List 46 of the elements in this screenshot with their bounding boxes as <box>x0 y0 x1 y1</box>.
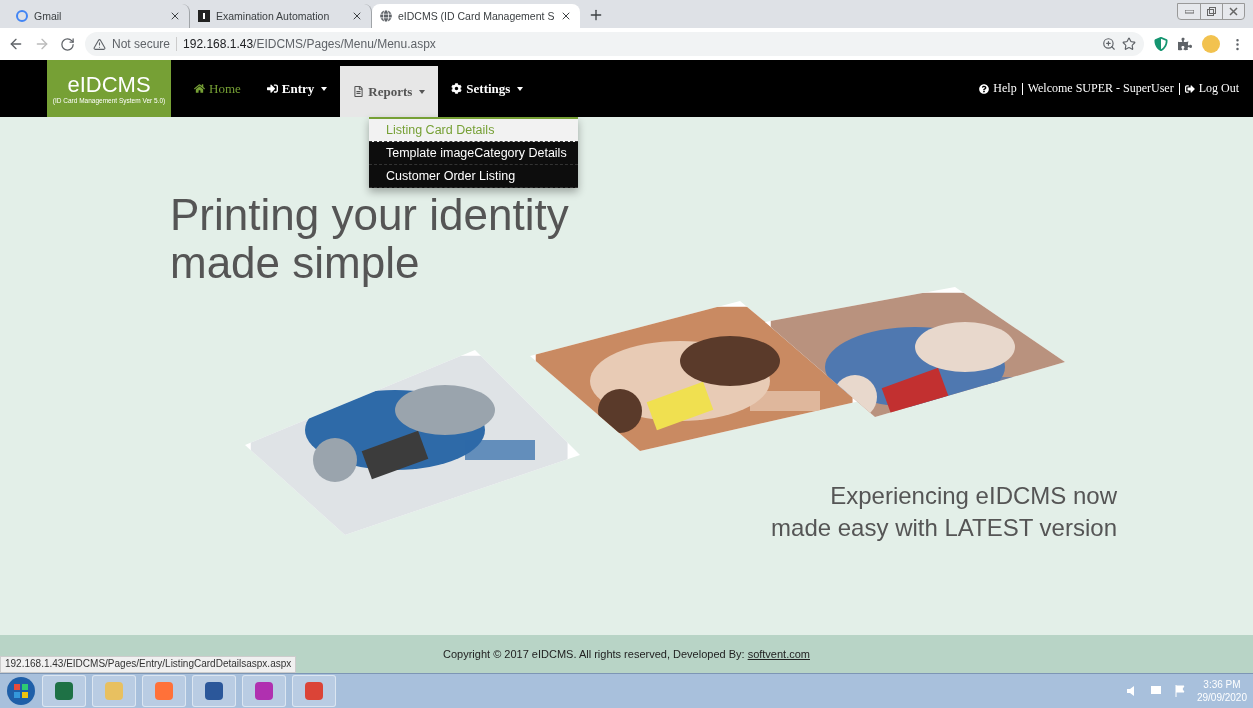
developer-link[interactable]: softvent.com <box>747 648 810 660</box>
home-icon <box>194 83 205 94</box>
start-button[interactable] <box>6 676 36 706</box>
shield-icon[interactable] <box>1154 37 1168 51</box>
taskbar-button[interactable] <box>192 675 236 707</box>
brand-name: eIDCMS <box>67 73 151 97</box>
dropdown-item[interactable]: Customer Order Listing <box>369 165 578 188</box>
close-icon[interactable] <box>351 10 363 22</box>
close-icon[interactable] <box>1229 7 1238 16</box>
close-icon[interactable] <box>169 10 181 22</box>
url-text: 192.168.1.43/EIDCMS/Pages/Menu/Menu.aspx <box>183 37 436 51</box>
caret-icon <box>321 86 328 91</box>
taskbar-button[interactable] <box>42 675 86 707</box>
copyright-text: Copyright © 2017 eIDCMS. All rights reserved, Developed By: <box>443 648 746 660</box>
restore-icon[interactable] <box>1207 7 1216 16</box>
menu-item[interactable]: Home <box>181 60 254 117</box>
hero-tagline: Experiencing eIDCMS now made easy with LATEST version <box>771 481 1117 543</box>
logout-icon <box>1184 83 1195 94</box>
security-label: Not secure <box>112 37 171 51</box>
address-bar[interactable]: Not secure 192.168.1.43/EIDCMS/Pages/Menu/Menu.aspx <box>85 32 1144 56</box>
taskbar-button[interactable] <box>292 675 336 707</box>
minimize-icon[interactable] <box>1184 9 1194 14</box>
star-icon[interactable] <box>1122 37 1136 51</box>
back-icon[interactable] <box>8 36 24 52</box>
globe-icon <box>380 10 392 22</box>
caret-icon <box>419 89 426 94</box>
app-icon <box>198 10 210 22</box>
taskbar-button[interactable] <box>242 675 286 707</box>
dropdown-item[interactable]: Template imageCategory Details <box>369 142 578 165</box>
hero-headline: Printing your identity made simple <box>170 191 569 287</box>
zoom-icon[interactable] <box>1102 37 1116 51</box>
help-icon <box>979 83 990 94</box>
status-url: 192.168.1.43/EIDCMS/Pages/Entry/ListingCardDetailsaspx.aspx <box>0 656 297 673</box>
nav-link[interactable]: Help <box>979 81 1017 96</box>
nav-link[interactable]: Welcome SUPER - SuperUser <box>1027 81 1174 96</box>
browser-tab[interactable]: eIDCMS (ID Card Management S <box>372 4 581 28</box>
sign-in-icon <box>266 83 278 94</box>
puzzle-icon[interactable] <box>1178 37 1192 51</box>
warning-icon <box>93 37 106 51</box>
gear-icon <box>451 83 463 94</box>
menu-item[interactable]: Reports <box>340 66 439 117</box>
reload-icon[interactable] <box>60 36 75 52</box>
nav-link[interactable]: Log Out <box>1184 81 1239 96</box>
caret-icon <box>517 86 524 91</box>
menu-item[interactable]: Entry <box>253 60 341 117</box>
menu-item[interactable]: Settings <box>438 60 537 117</box>
